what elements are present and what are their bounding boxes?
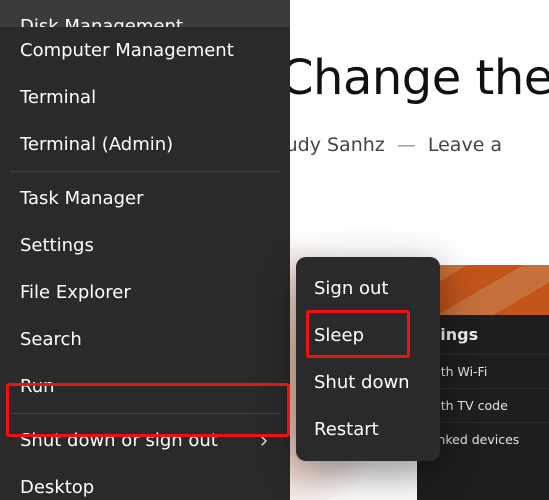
article-byline: Judy Sanhz — Leave a: [280, 134, 549, 156]
winx-context-menu: Disk Management Computer Management Term…: [0, 0, 290, 500]
menu-item-label: File Explorer: [20, 282, 131, 303]
submenu-item-label: Shut down: [314, 372, 410, 393]
article-title: Change the: [280, 50, 549, 106]
menu-item-task-manager[interactable]: Task Manager: [0, 175, 290, 222]
menu-item-terminal-admin[interactable]: Terminal (Admin): [0, 121, 290, 168]
background-panel-row-label: Linked devices: [427, 432, 519, 447]
submenu-item-shut-down[interactable]: Shut down: [296, 359, 440, 406]
article-author: Judy Sanhz: [280, 134, 385, 156]
chevron-right-icon: [258, 435, 270, 447]
submenu-item-sign-out[interactable]: Sign out: [296, 265, 440, 312]
menu-item-label: Task Manager: [20, 188, 143, 209]
menu-item-search[interactable]: Search: [0, 316, 290, 363]
menu-item-label: Search: [20, 329, 82, 350]
submenu-item-label: Restart: [314, 419, 379, 440]
submenu-item-sleep[interactable]: Sleep: [296, 312, 440, 359]
menu-item-label: Terminal (Admin): [20, 134, 173, 155]
byline-separator: —: [397, 134, 416, 156]
menu-item-label: Desktop: [20, 477, 94, 498]
menu-item-disk-management[interactable]: Disk Management: [0, 0, 290, 27]
menu-item-label: Run: [20, 376, 55, 397]
menu-separator: [10, 413, 280, 414]
article-leave-comment: Leave a: [428, 134, 502, 156]
menu-item-label: Disk Management: [20, 16, 183, 27]
menu-item-terminal[interactable]: Terminal: [0, 74, 290, 121]
menu-item-label: Shut down or sign out: [20, 430, 218, 451]
menu-item-label: Terminal: [20, 87, 96, 108]
submenu-item-restart[interactable]: Restart: [296, 406, 440, 453]
submenu-item-label: Sleep: [314, 325, 364, 346]
menu-separator: [10, 171, 280, 172]
menu-item-file-explorer[interactable]: File Explorer: [0, 269, 290, 316]
shutdown-submenu: Sign out Sleep Shut down Restart: [296, 257, 440, 461]
menu-item-shut-down-or-sign-out[interactable]: Shut down or sign out: [0, 417, 290, 464]
menu-item-computer-management[interactable]: Computer Management: [0, 27, 290, 74]
submenu-item-label: Sign out: [314, 278, 388, 299]
menu-item-settings[interactable]: Settings: [0, 222, 290, 269]
menu-item-label: Computer Management: [20, 40, 234, 61]
menu-item-desktop[interactable]: Desktop: [0, 464, 290, 500]
menu-item-run[interactable]: Run: [0, 363, 290, 410]
menu-item-label: Settings: [20, 235, 94, 256]
